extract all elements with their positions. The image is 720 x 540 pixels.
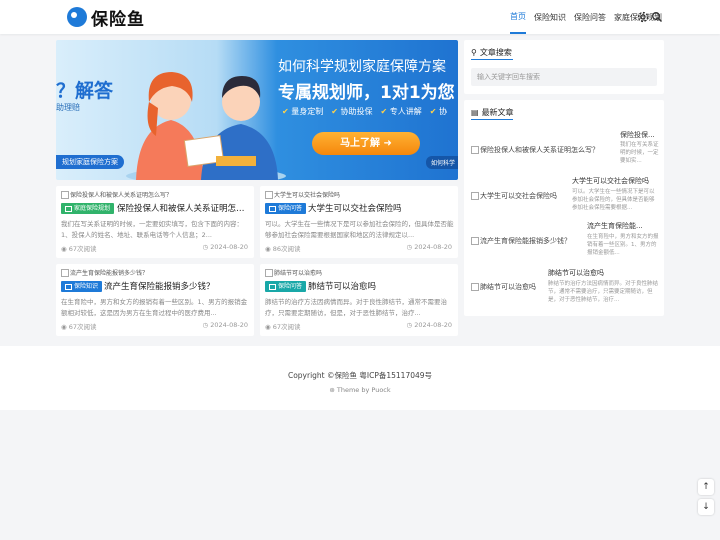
logo-text: 保险鱼 (91, 9, 145, 30)
post-date: ◷ 2024-08-20 (406, 321, 452, 329)
post-card[interactable]: 大学生可以交社会保险吗 保险问答 大学生可以交社会保险吗 可以。大学生在一些情况… (260, 186, 458, 258)
post-views: ◉ 67次阅读 (61, 323, 97, 331)
settings-icon[interactable] (637, 11, 649, 23)
search-icon[interactable] (651, 11, 663, 23)
recent-post-thumbnail[interactable]: 流产生育保险能报销多少钱？ (471, 236, 571, 246)
banner-features: 量身定制 协助投保 专人讲解 协 (282, 106, 447, 117)
banner-right-tag: 如何科学 (426, 156, 458, 169)
widget-title-underline (471, 119, 513, 120)
post-thumbnail[interactable]: 大学生可以交社会保险吗 (265, 190, 340, 199)
footer-copyright: Copyright ©保险鱼 粤ICP备15117049号 (287, 371, 433, 380)
scroll-to-top-button[interactable]: ↑ (698, 479, 714, 495)
post-card[interactable]: 流产生育保险能报销多少钱？ 保险知识 流产生育保险能报销多少钱？ 在生育险中，男… (56, 264, 254, 336)
post-category-badge[interactable]: 保险问答 (265, 281, 307, 292)
post-views: ◉ 86次阅读 (265, 245, 301, 253)
post-views: ◉ 67次阅读 (61, 245, 97, 253)
banner-feature: 协 (430, 106, 447, 117)
post-card[interactable]: 肺结节可以治愈吗 保险问答 肺结节可以治愈吗 肺结节的治疗方法因病情而异。对于良… (260, 264, 458, 336)
recent-post-thumbnail[interactable]: 大学生可以交社会保险吗 (471, 191, 557, 201)
post-thumbnail[interactable]: 肺结节可以治愈吗 (265, 268, 322, 277)
recent-post-excerpt: 可以。大学生在一些情况下是可以参加社会保险的，但具体是否能够参加社会保险需要根据… (572, 189, 655, 211)
banner-left-heading: ？解答 (56, 80, 114, 102)
recent-posts-title-text: 最新文章 (481, 108, 514, 117)
recent-post-item[interactable]: 大学生可以交社会保险吗 大学生可以交社会保险吗 可以。大学生在一些情况下是可以参… (471, 176, 657, 220)
post-date: ◷ 2024-08-20 (202, 321, 248, 329)
search-widget: ⚲ 文章搜索 (464, 40, 664, 94)
recent-post-thumbnail[interactable]: 保险投保人和被保人关系证明怎么写？ (471, 145, 599, 155)
list-icon: ▤ (471, 108, 479, 117)
banner-subtitle: 专属规划师，1对1为您 (278, 83, 455, 103)
site-footer: Copyright ©保险鱼 粤ICP备15117049号 ⊛ Theme by… (0, 346, 720, 410)
search-icon: ⚲ (471, 48, 477, 57)
palette-icon: ⊛ (329, 386, 335, 394)
post-excerpt: 在生育险中，男方和女方的报销有着一些区别。1、男方的报销金额相对较低，这是因为男… (61, 298, 248, 317)
search-widget-title: ⚲ 文章搜索 (471, 47, 512, 58)
post-views-text: 67次阅读 (68, 245, 97, 253)
post-thumbnail[interactable]: 保险投保人和被保人关系证明怎么写？ (61, 190, 172, 199)
post-title[interactable]: 大学生可以交社会保险吗 (308, 203, 453, 215)
recent-post-item[interactable]: 肺结节可以治愈吗 肺结节可以治愈吗 肺结节的治疗方法因病情而异。对于良性肺结节，… (471, 266, 658, 310)
search-widget-title-text: 文章搜索 (479, 48, 512, 57)
footer-theme-text[interactable]: Theme by Puock (337, 386, 391, 394)
site-header: 保险鱼 首页 保险知识 保险问答 家庭保险规划 (0, 0, 720, 34)
scroll-to-bottom-button[interactable]: ↓ (698, 499, 714, 515)
recent-posts-title: ▤ 最新文章 (471, 107, 514, 118)
site-logo[interactable]: 保险鱼 (67, 6, 145, 30)
recent-post-title[interactable]: 肺结节可以治愈吗 (548, 268, 658, 278)
post-excerpt: 我们在写关系证明的时候，一定要如实填写，包含下面的内容：1、投保人的姓名、地址、… (61, 220, 243, 239)
fish-logo-icon (67, 7, 87, 27)
post-views-text: 67次阅读 (68, 323, 97, 331)
banner-illustration (126, 72, 286, 180)
banner-title: 如何科学规划家庭保障方案 (278, 59, 446, 75)
nav-item-home[interactable]: 首页 (510, 0, 526, 34)
post-date-text: 2024-08-20 (414, 243, 452, 251)
banner-feature: 协助投保 (331, 106, 373, 117)
recent-posts-widget: ▤ 最新文章 保险投保... 保险投保人和被保人关系证明怎么写？ 我们在写关系证… (464, 100, 664, 316)
post-category-badge[interactable]: 家庭保险规划 (61, 203, 115, 214)
post-title[interactable]: 肺结节可以治愈吗 (308, 281, 453, 293)
banner-left-subtext: 助理赔 (56, 103, 80, 112)
post-views: ◉ 67次阅读 (265, 323, 301, 331)
post-thumbnail[interactable]: 流产生育保险能报销多少钱？ (61, 268, 148, 277)
recent-post-item[interactable]: 保险投保... 保险投保人和被保人关系证明怎么写？ 我们在写关系证明的时候，一定… (471, 128, 660, 172)
learn-more-button[interactable]: 马上了解 ➜ (312, 132, 420, 155)
recent-post-excerpt: 在生育险中，男方和女方的报销有着一些区别。1、男方的报销金额低... (587, 234, 659, 256)
post-views-text: 86次阅读 (272, 245, 301, 253)
nav-item-qa[interactable]: 保险问答 (574, 0, 606, 34)
recent-post-title[interactable]: 流产生育保险能... (587, 221, 659, 231)
banner-feature: 专人讲解 (381, 106, 422, 117)
post-card[interactable]: 保险投保人和被保人关系证明怎么写？ 家庭保险规划 保险投保人和被保人关系证明怎么… (56, 186, 254, 258)
nav-item-knowledge[interactable]: 保险知识 (534, 0, 566, 34)
post-date-text: 2024-08-20 (414, 321, 452, 329)
recent-post-title[interactable]: 保险投保... (620, 130, 660, 140)
post-date-text: 2024-08-20 (210, 243, 248, 251)
recent-post-item[interactable]: 流产生育保险能... 流产生育保险能报销多少钱？ 在生育险中，男方和女方的报销有… (471, 221, 659, 265)
post-date-text: 2024-08-20 (210, 321, 248, 329)
post-date: ◷ 2024-08-20 (202, 243, 248, 251)
post-title[interactable]: 流产生育保险能报销多少钱？ (104, 281, 249, 293)
post-date: ◷ 2024-08-20 (406, 243, 452, 251)
search-input[interactable] (471, 68, 657, 86)
banner-left-tag: 规划家庭保险方案 (56, 155, 124, 169)
footer-theme: ⊛ Theme by Puock (0, 386, 720, 394)
post-title[interactable]: 保险投保人和被保人关系证明怎么... (117, 203, 249, 215)
banner-feature: 量身定制 (282, 106, 323, 117)
post-views-text: 67次阅读 (272, 323, 301, 331)
post-excerpt: 肺结节的治疗方法因病情而异。对于良性肺结节，通常不需要治疗，只需要定期随访，但是… (265, 298, 447, 317)
recent-post-excerpt: 我们在写关系证明的时候，一定要如实... (620, 142, 659, 164)
post-category-badge[interactable]: 保险问答 (265, 203, 307, 214)
hero-banner[interactable]: ？解答 助理赔 规划家庭保险方案 如何科学规划家庭保障方案 专属规划师，1对1为… (56, 40, 458, 180)
widget-title-underline (471, 59, 513, 60)
post-category-badge[interactable]: 保险知识 (61, 281, 103, 292)
recent-post-thumbnail[interactable]: 肺结节可以治愈吗 (471, 282, 536, 292)
recent-post-title[interactable]: 大学生可以交社会保险吗 (572, 176, 658, 186)
post-excerpt: 可以。大学生在一些情况下是可以参加社会保险的，但具体是否能够参加社会保险需要根据… (265, 220, 454, 239)
recent-post-excerpt: 肺结节的治疗方法因病情而异。对于良性肺结节，通常不需要治疗，只需要定期随访，但是… (548, 281, 658, 303)
